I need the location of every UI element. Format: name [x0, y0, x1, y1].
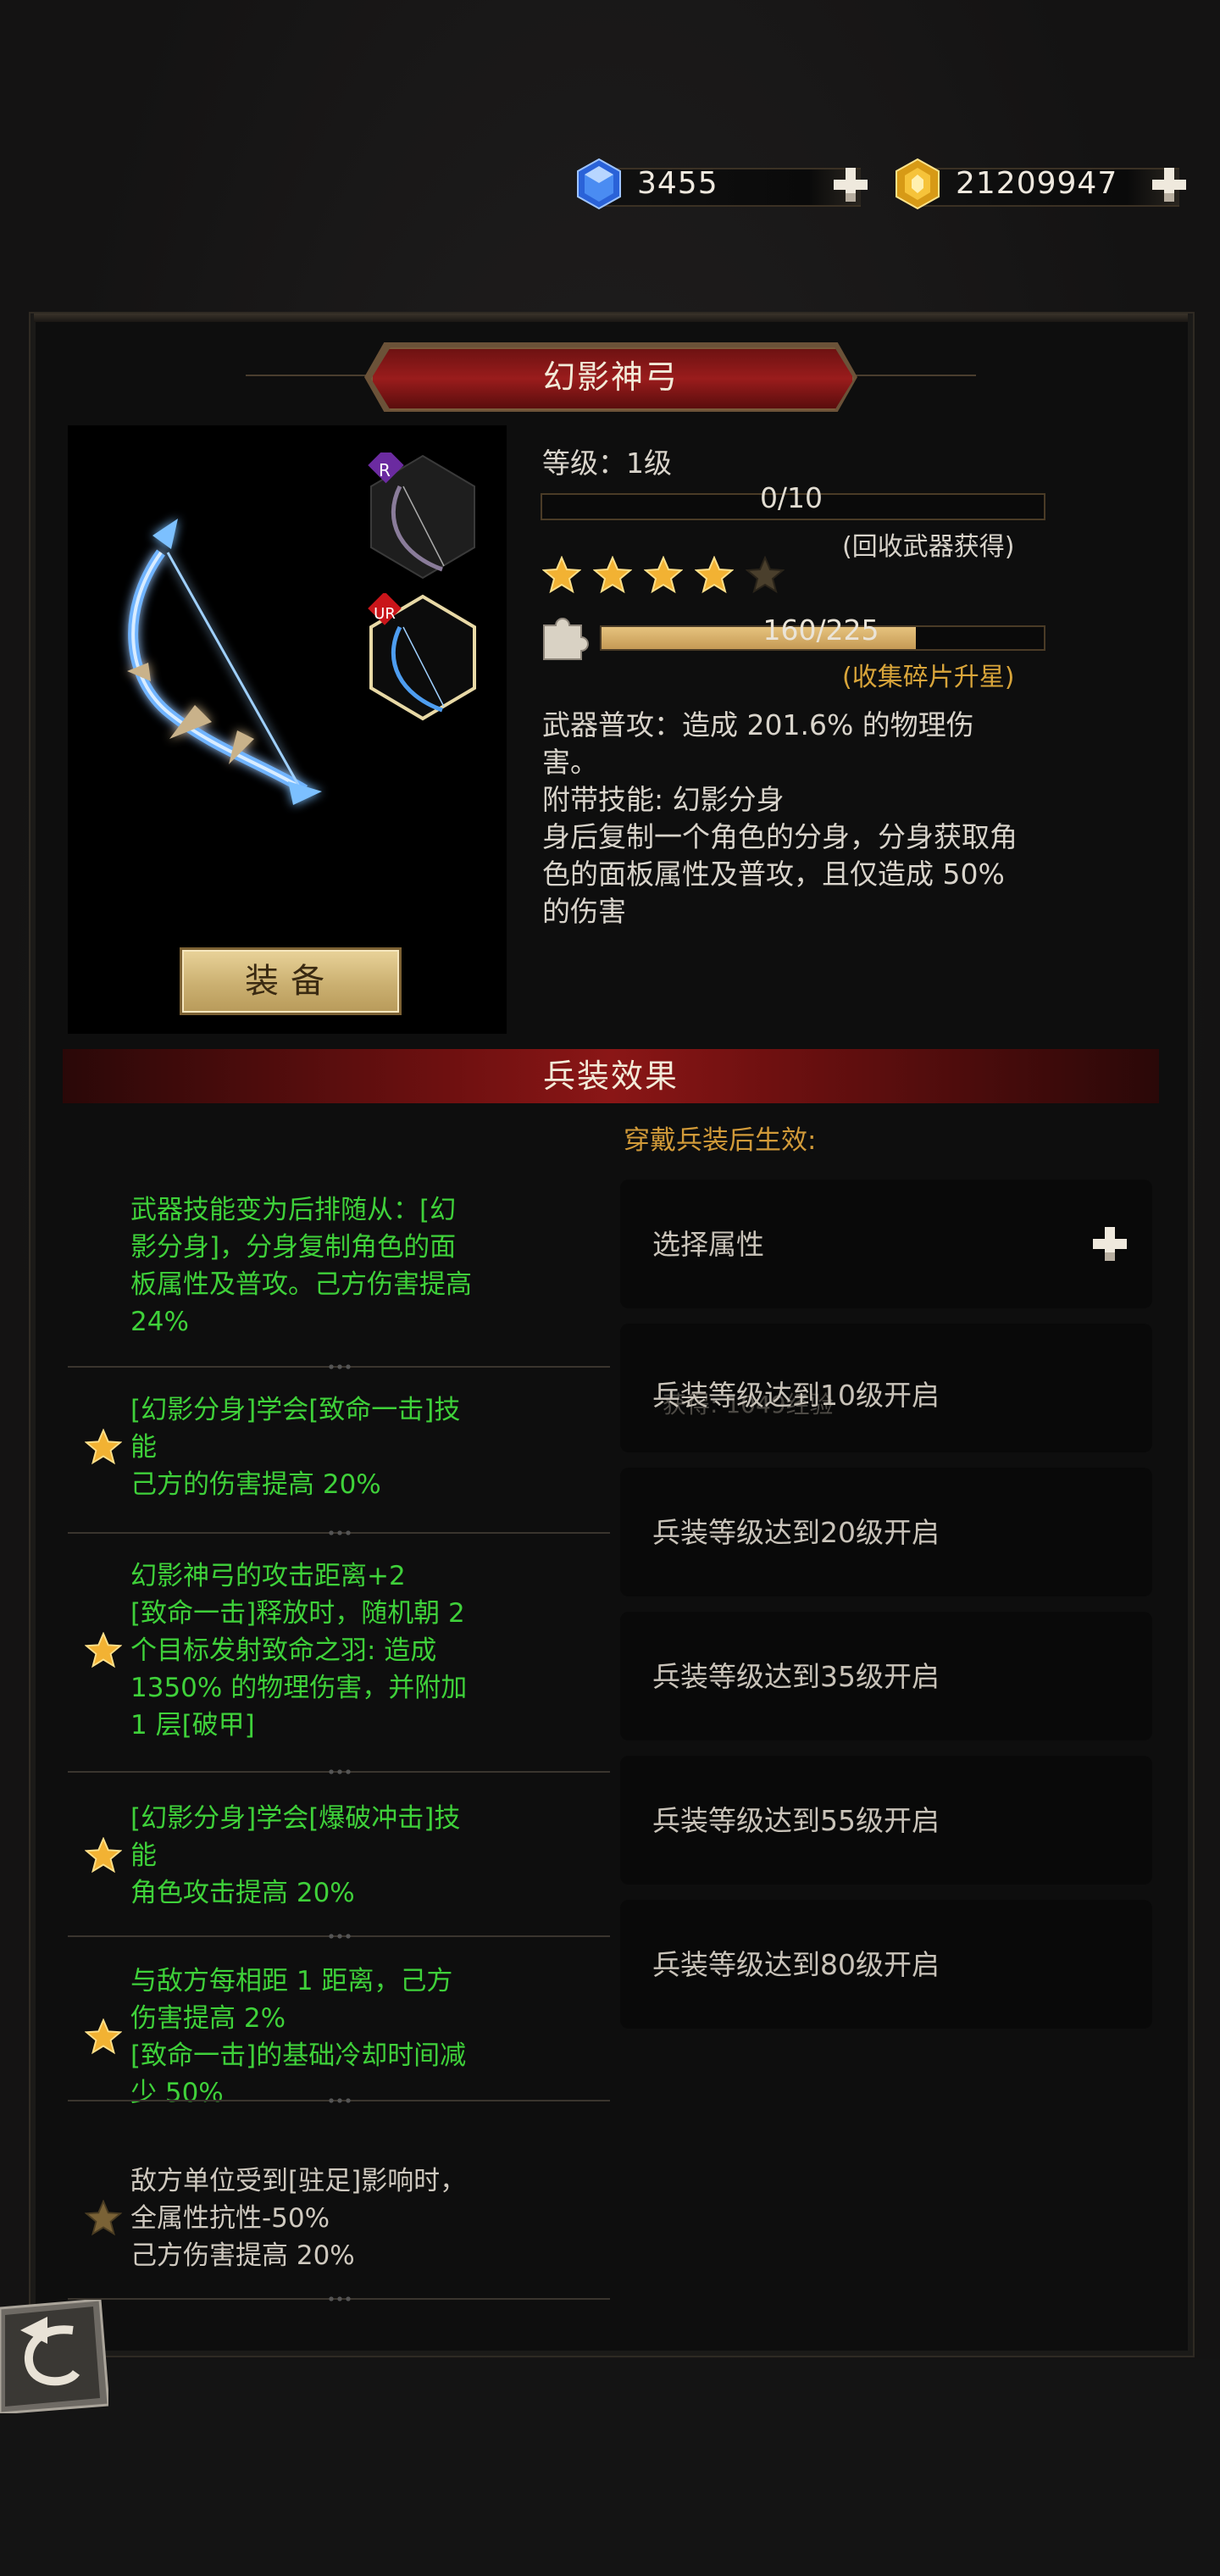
rare-variant-thumb[interactable]: R	[366, 452, 480, 581]
effect-divider	[68, 1529, 610, 1537]
effect-text: 敌方单位受到[驻足]影响时， 全属性抗性-50% 己方伤害提高 20%	[130, 2162, 466, 2274]
desc-line: 身后复制一个角色的分身，分身获取角	[542, 820, 1018, 853]
select-attribute-label: 选择属性	[652, 1228, 764, 1261]
add-attribute-icon[interactable]	[1090, 1224, 1130, 1264]
locked-slot-label: 兵装等级达到80级开启	[652, 1948, 940, 1981]
locked-slot-20: 兵装等级达到20级开启	[620, 1468, 1152, 1596]
effect-line: 幻影神弓的攻击距离+2	[130, 1561, 406, 1591]
level-label: 等级：1级	[542, 447, 672, 480]
desc-line: 色的面板属性及普攻，且仅造成 50%	[542, 858, 1005, 891]
effect-line: 伤害提高 2%	[130, 2003, 286, 2034]
effect-line: 1350% 的物理伤害，并附加	[130, 1673, 468, 1703]
rare-badge-ur-icon: UR	[374, 605, 396, 623]
effect-line: 1 层[破甲]	[130, 1710, 255, 1740]
add-gems-button[interactable]	[830, 164, 871, 205]
locked-slot-label: 兵装等级达到35级开启	[652, 1660, 940, 1693]
effect-line: 24%	[130, 1307, 189, 1337]
desc-line: 的伤害	[542, 895, 626, 928]
effect-divider	[68, 1363, 610, 1371]
star-filled-icon	[644, 556, 683, 594]
effect-line: [幻影分身]学会[致命一击]技	[130, 1395, 461, 1425]
star-rating	[542, 556, 785, 595]
locked-slot-label: 兵装等级达到10级开启	[652, 1379, 940, 1412]
effect-text: 幻影神弓的攻击距离+2 [致命一击]释放时，随机朝 2 个目标发射致命之羽: 造成 1…	[130, 1557, 467, 1744]
effect-text: 与敌方每相距 1 距离，己方 伤害提高 2% [致命一击]的基础冷却时间减少 50%	[130, 1963, 466, 2112]
star-empty-icon	[746, 556, 785, 594]
back-button[interactable]	[0, 2300, 108, 2413]
effect-line: 全属性抗性-50%	[130, 2203, 330, 2234]
fragment-note: (收集碎片升星)	[842, 663, 1015, 692]
select-attribute-slot[interactable]: 选择属性	[620, 1180, 1152, 1308]
effect-star-icon	[85, 2200, 122, 2236]
star-filled-icon	[695, 556, 734, 594]
locked-slot-80: 兵装等级达到80级开启	[620, 1900, 1152, 2029]
gem-amount: 3455	[637, 166, 718, 201]
title-rule-left	[246, 375, 373, 376]
gold-amount: 21209947	[956, 166, 1118, 201]
effect-text: 武器技能变为后排随从：[幻 影分身]，分身复制角色的面 板属性及普攻。己方伤害提高 2…	[130, 1191, 472, 1341]
blue-gem-icon	[577, 158, 621, 210]
ur-variant-thumb[interactable]: UR	[366, 593, 480, 722]
panel-top-trim	[34, 314, 1188, 322]
star-filled-icon	[593, 556, 632, 594]
effect-text: [幻影分身]学会[致命一击]技能己方的伤害提高 20%	[130, 1391, 460, 1503]
effect-line: 角色攻击提高 20%	[130, 1878, 355, 1908]
effect-line: [致命一击]释放时，随机朝 2	[130, 1598, 465, 1629]
effect-line: 敌方单位受到[驻足]影响时，	[130, 2166, 467, 2196]
star-filled-icon	[542, 556, 581, 594]
gold-currency: 21209947	[891, 158, 1196, 212]
weapon-name: 幻影神弓	[542, 358, 679, 396]
title-rule-right	[849, 375, 976, 376]
level-progress-text: 0/10	[759, 481, 824, 514]
effect-line: 板属性及普攻。己方伤害提高	[130, 1269, 472, 1300]
effects-title: 兵装效果	[542, 1058, 679, 1095]
effect-line: 少 50%	[130, 2078, 224, 2108]
gem-currency: 3455	[573, 158, 878, 212]
effect-star-icon	[85, 1429, 122, 1465]
desc-line: 武器普攻：造成 201.6% 的物理伤	[542, 708, 974, 741]
effects-subheader: 穿戴兵装后生效:	[624, 1125, 817, 1156]
effect-star-icon	[85, 1837, 122, 1874]
desc-line: 害。	[542, 746, 598, 779]
desc-line: 附带技能: 幻影分身	[542, 783, 785, 816]
effect-divider	[68, 1768, 610, 1776]
effect-line: [致命一击]的基础冷却时间减	[130, 2040, 467, 2071]
effect-line: 己方的伤害提高 20%	[130, 1469, 381, 1500]
fragment-progress-text: 160/225	[762, 613, 879, 647]
rare-badge-r-icon: R	[379, 460, 391, 480]
effect-line: 能	[130, 1432, 157, 1463]
effect-line: 与敌方每相距 1 距离，己方	[130, 1966, 453, 1996]
effect-line: 能	[130, 1840, 157, 1871]
effect-text: [幻影分身]学会[爆破冲击]技能角色攻击提高 20%	[130, 1800, 460, 1912]
effect-star-icon	[85, 2018, 122, 2055]
effect-line: 己方伤害提高 20%	[130, 2240, 355, 2271]
effect-line: 影分身]，分身复制角色的面	[130, 1232, 457, 1263]
locked-slot-label: 兵装等级达到20级开启	[652, 1516, 940, 1549]
equip-button[interactable]: 装备	[180, 947, 402, 1015]
effect-line: 武器技能变为后排随从：[幻	[130, 1195, 457, 1225]
locked-slot-label: 兵装等级达到55级开启	[652, 1804, 940, 1837]
gold-gem-icon	[896, 158, 940, 210]
add-gold-button[interactable]	[1149, 164, 1190, 205]
locked-slot-10: 获得: 1049经验 兵装等级达到10级开启	[620, 1324, 1152, 1452]
effect-divider	[68, 2295, 610, 2303]
effect-divider	[68, 2096, 610, 2105]
effects-header: 兵装效果	[63, 1049, 1159, 1103]
effect-star-icon	[85, 1632, 122, 1668]
effect-divider	[68, 1932, 610, 1940]
effect-line: [幻影分身]学会[爆破冲击]技	[130, 1803, 461, 1834]
effect-line: 个目标发射致命之羽: 造成	[130, 1635, 437, 1666]
weapon-description: 武器普攻：造成 201.6% 的物理伤 害。 附带技能: 幻影分身 身后复制一个…	[542, 707, 1152, 930]
bottom-area	[0, 2359, 1220, 2576]
level-note: (回收武器获得)	[842, 532, 1015, 562]
puzzle-fragment-icon	[543, 618, 589, 660]
locked-slot-55: 兵装等级达到55级开启	[620, 1756, 1152, 1885]
locked-slot-35: 兵装等级达到35级开启	[620, 1612, 1152, 1740]
